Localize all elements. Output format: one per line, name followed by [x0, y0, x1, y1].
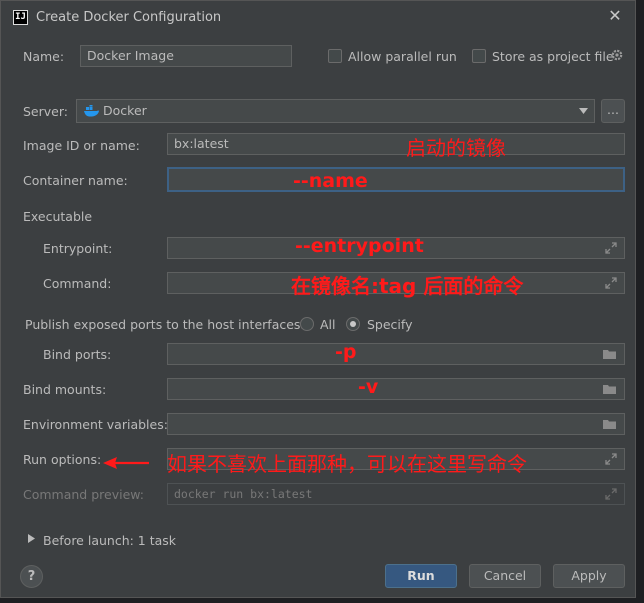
chevron-right-icon[interactable]	[28, 534, 35, 543]
server-label: Server:	[23, 104, 68, 119]
annotation-mounts: -v	[358, 376, 379, 398]
annotation-name: --name	[293, 170, 368, 192]
container-name-label: Container name:	[23, 173, 128, 188]
name-field[interactable]: Docker Image	[80, 45, 292, 67]
publish-all-radio[interactable]	[300, 317, 314, 331]
publish-ports-label: Publish exposed ports to the host interf…	[25, 317, 305, 332]
expand-icon[interactable]	[605, 453, 617, 465]
folder-icon[interactable]	[603, 419, 616, 429]
dialog-title: Create Docker Configuration	[36, 10, 222, 25]
annotation-image: 启动的镜像	[406, 136, 506, 160]
server-select[interactable]: Docker	[76, 99, 595, 123]
store-as-project-file-checkbox[interactable]	[472, 49, 486, 63]
expand-icon[interactable]	[605, 242, 617, 254]
chevron-down-icon	[579, 108, 588, 114]
command-preview-label: Command preview:	[23, 487, 145, 502]
app-logo: IJ	[13, 10, 28, 25]
folder-icon[interactable]	[603, 384, 616, 394]
gear-icon[interactable]	[610, 48, 624, 62]
image-id-label: Image ID or name:	[23, 138, 140, 153]
executable-section-label: Executable	[23, 209, 93, 224]
entrypoint-label: Entrypoint:	[43, 241, 113, 256]
run-button[interactable]: Run	[385, 564, 457, 588]
close-icon[interactable]: ✕	[607, 8, 623, 24]
folder-icon[interactable]	[603, 349, 616, 359]
container-name-field[interactable]	[167, 167, 625, 192]
server-value: Docker	[103, 103, 147, 118]
publish-specify-label: Specify	[367, 317, 413, 332]
create-docker-configuration-dialog: IJ Create Docker Configuration ✕ Name: D…	[0, 0, 636, 598]
command-preview-value: docker run bx:latest	[174, 487, 313, 501]
apply-button[interactable]: Apply	[553, 564, 625, 588]
environment-variables-label: Environment variables:	[23, 417, 168, 432]
annotation-run-options: 如果不喜欢上面那种，可以在这里写命令	[167, 452, 527, 476]
bind-ports-field[interactable]	[167, 343, 625, 365]
expand-icon[interactable]	[605, 277, 617, 289]
expand-icon[interactable]	[605, 488, 617, 500]
allow-parallel-run-checkbox[interactable]	[328, 49, 342, 63]
annotation-entrypoint: --entrypoint	[295, 235, 424, 257]
before-launch-label[interactable]: Before launch: 1 task	[43, 533, 176, 548]
annotation-ports: -p	[335, 341, 357, 363]
bind-ports-label: Bind ports:	[43, 347, 112, 362]
store-as-project-file-label: Store as project file	[492, 49, 614, 64]
help-button[interactable]: ?	[20, 565, 43, 588]
title-bar: IJ Create Docker Configuration ✕	[1, 1, 635, 35]
environment-variables-field[interactable]	[167, 413, 625, 435]
annotation-command: 在镜像名:tag 后面的命令	[291, 274, 524, 298]
image-id-field[interactable]: bx:latest	[167, 133, 625, 155]
docker-icon	[84, 105, 99, 117]
name-label: Name:	[23, 49, 65, 64]
command-preview-field: docker run bx:latest	[167, 483, 625, 505]
cancel-button[interactable]: Cancel	[469, 564, 541, 588]
bind-mounts-field[interactable]	[167, 378, 625, 400]
publish-specify-radio[interactable]	[346, 317, 360, 331]
red-arrow	[103, 457, 149, 469]
allow-parallel-run-label: Allow parallel run	[348, 49, 457, 64]
bind-mounts-label: Bind mounts:	[23, 382, 107, 397]
command-label: Command:	[43, 276, 112, 291]
run-options-label: Run options:	[23, 452, 102, 467]
publish-all-label: All	[320, 317, 336, 332]
server-more-button[interactable]: ...	[601, 99, 625, 123]
